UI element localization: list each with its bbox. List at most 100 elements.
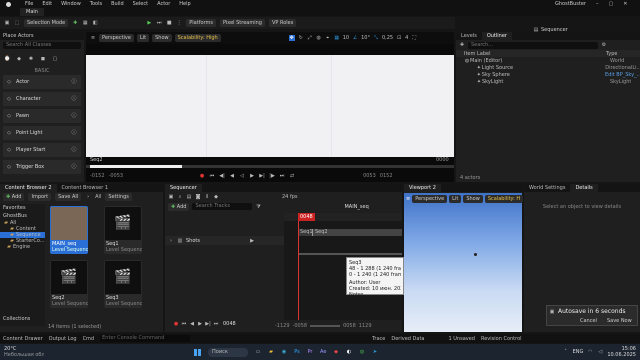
seq-record-icon[interactable]: ● bbox=[173, 321, 179, 327]
maximize-button[interactable]: ▢ bbox=[609, 1, 614, 7]
col-item-label[interactable]: Item Label bbox=[464, 51, 606, 57]
viewport-2-show[interactable]: Show bbox=[463, 195, 483, 203]
expand-track-icon[interactable]: › bbox=[168, 238, 174, 244]
unreal-taskbar-icon[interactable]: ◐ bbox=[346, 349, 352, 355]
world-icon[interactable]: ◍ bbox=[316, 35, 322, 41]
playhead-line[interactable] bbox=[298, 213, 299, 320]
taskbar-search[interactable]: Поиск bbox=[208, 347, 248, 357]
seq-snap-icon[interactable]: ⫴ bbox=[204, 194, 210, 200]
main-viewport[interactable]: ≡ Perspective Lit Show Scalability: High… bbox=[86, 32, 454, 182]
seq-find-icon[interactable]: ⌕ bbox=[177, 194, 183, 200]
outliner-settings-icon[interactable]: ⚙ bbox=[601, 42, 607, 48]
minimize-button[interactable]: – bbox=[596, 1, 599, 7]
mode-icon[interactable]: ⬚ bbox=[14, 20, 20, 26]
show-button[interactable]: Show bbox=[152, 34, 172, 42]
volume-icon[interactable]: ◁ bbox=[597, 349, 603, 355]
seq-save-icon[interactable]: ▣ bbox=[168, 194, 174, 200]
seq-play-icon[interactable]: ▶ bbox=[197, 321, 203, 327]
asset-tile[interactable]: 🎬 Seq3 Level Sequence bbox=[104, 260, 142, 308]
place-actor-item[interactable]: ◇ Player Start ⓘ bbox=[3, 143, 81, 157]
wifi-icon[interactable]: ◠ bbox=[587, 349, 593, 355]
rotate-icon[interactable]: ↻ bbox=[298, 35, 304, 41]
content-browser-1-tab[interactable]: Content Browser 1 bbox=[57, 184, 114, 192]
camera-speed-icon[interactable]: ⊡ bbox=[396, 35, 402, 41]
edge-icon[interactable]: ◉ bbox=[281, 349, 287, 355]
viewport-scrubber[interactable] bbox=[86, 165, 454, 168]
vp-roles-dropdown[interactable]: VP Roles bbox=[268, 19, 297, 27]
prev-key-icon[interactable]: ◀| bbox=[219, 173, 225, 179]
content-drawer-button[interactable]: Content Drawer bbox=[3, 336, 43, 342]
reverse-icon[interactable]: ◁ bbox=[239, 173, 245, 179]
play-viewport-icon[interactable]: ▶ bbox=[249, 173, 255, 179]
perspective-button[interactable]: Perspective bbox=[99, 34, 134, 42]
info-icon[interactable]: ⓘ bbox=[71, 147, 77, 153]
seq-filter-icon[interactable]: ⧩ bbox=[255, 204, 261, 210]
autosave-save-now-button[interactable]: Save Now bbox=[603, 317, 635, 325]
cmd-dropdown[interactable]: Cmd bbox=[83, 336, 95, 342]
premiere-icon[interactable]: Pr bbox=[307, 349, 313, 355]
viewport-2-scalability[interactable]: Scalability: H bbox=[484, 195, 524, 203]
basic-icon[interactable]: ◆ bbox=[16, 56, 22, 62]
cinematics-icon[interactable]: ◧ bbox=[92, 20, 98, 26]
menu-item-build[interactable]: Build bbox=[111, 1, 124, 7]
content-settings-button[interactable]: Settings bbox=[105, 193, 132, 201]
viewport-2-tab[interactable]: Viewport 2 bbox=[404, 184, 441, 192]
add-button[interactable]: ✚ Add bbox=[3, 193, 25, 201]
details-tab[interactable]: Details bbox=[570, 184, 598, 192]
after-effects-icon[interactable]: Ae bbox=[320, 349, 326, 355]
menu-item-file[interactable]: File bbox=[25, 1, 33, 7]
levels-tab[interactable]: Levels bbox=[456, 32, 482, 40]
translate-icon[interactable]: ✥ bbox=[288, 35, 295, 41]
info-icon[interactable]: ⓘ bbox=[71, 130, 77, 136]
next-frame-icon[interactable]: ▶| bbox=[259, 173, 265, 179]
favorites-header[interactable]: Favorites bbox=[0, 204, 45, 212]
platforms-dropdown[interactable]: Platforms bbox=[186, 19, 216, 27]
scale-icon[interactable]: ⤢ bbox=[307, 35, 313, 41]
seq-jump-start-icon[interactable]: ⏮ bbox=[181, 321, 187, 327]
menu-item-help[interactable]: Help bbox=[179, 1, 190, 7]
language-indicator[interactable]: ENG bbox=[573, 349, 584, 355]
place-actor-item[interactable]: ◇ Pawn ⓘ bbox=[3, 109, 81, 123]
autosave-cancel-button[interactable]: Cancel bbox=[577, 317, 600, 325]
angle-snap-icon[interactable]: ∠ bbox=[352, 35, 358, 41]
asset-tile[interactable]: MAIN_seq Level Sequence bbox=[50, 206, 88, 254]
menu-item-actor[interactable]: Actor bbox=[157, 1, 170, 7]
selection-mode-dropdown[interactable]: Selection Mode bbox=[24, 19, 69, 27]
menu-item-select[interactable]: Select bbox=[133, 1, 148, 7]
place-actors-search[interactable]: Search All Classes bbox=[3, 42, 81, 49]
lit-button[interactable]: Lit bbox=[136, 34, 150, 42]
weather-widget[interactable]: 20°C Небольшая облачность bbox=[4, 346, 44, 358]
seq-camera-icon[interactable]: ◙ bbox=[195, 194, 201, 200]
seq-prev-key-icon[interactable]: ◀ bbox=[189, 321, 195, 327]
place-actor-item[interactable]: ◇ Character ⓘ bbox=[3, 92, 81, 106]
outliner-search[interactable]: Search... bbox=[468, 41, 598, 49]
import-button[interactable]: Import bbox=[28, 193, 52, 201]
recent-icon[interactable]: ⌚ bbox=[4, 56, 10, 62]
viewport-2-canvas[interactable]: ≡ Perspective Lit Show Scalability: H bbox=[404, 193, 524, 332]
info-icon[interactable]: ⓘ bbox=[71, 113, 77, 119]
col-type[interactable]: Type bbox=[606, 51, 617, 57]
add-shot-icon[interactable]: ▶ bbox=[249, 238, 255, 244]
menu-item-edit[interactable]: Edit bbox=[42, 1, 52, 7]
chrome-icon[interactable]: ◍ bbox=[359, 349, 365, 355]
collections-header[interactable]: Collections bbox=[0, 316, 30, 322]
seq-next-key-icon[interactable]: ▶| bbox=[205, 321, 211, 327]
add-actor-icon[interactable]: ✚ bbox=[72, 20, 78, 26]
surface-snap-icon[interactable]: ⌖ bbox=[325, 35, 331, 41]
sequencer-tab[interactable]: Sequencer bbox=[165, 184, 202, 192]
windows-start-icon[interactable] bbox=[194, 348, 201, 356]
shot-seq2[interactable]: Seq2 bbox=[312, 229, 402, 236]
scale-value[interactable]: 0,25 bbox=[382, 35, 393, 41]
output-log-button[interactable]: Output Log bbox=[49, 336, 77, 342]
ghostbus-header[interactable]: GhostBus bbox=[0, 212, 45, 220]
maximize-viewport-icon[interactable]: ⛶ bbox=[411, 35, 417, 41]
outliner-tab[interactable]: Outliner bbox=[481, 32, 512, 40]
play-icon[interactable]: ▶ bbox=[146, 20, 152, 26]
pixel-streaming-dropdown[interactable]: Pixel Streaming bbox=[219, 19, 265, 27]
scalability-button[interactable]: Scalability: High bbox=[174, 34, 221, 42]
seq-fps[interactable]: 24 fps bbox=[282, 194, 298, 200]
clock[interactable]: 15:06 10.06.2025 bbox=[607, 346, 636, 358]
unsaved-button[interactable]: 1 Unsaved bbox=[448, 336, 474, 342]
seq-render-icon[interactable]: ▤ bbox=[186, 194, 192, 200]
revision-control-button[interactable]: Revision Control bbox=[481, 336, 522, 342]
